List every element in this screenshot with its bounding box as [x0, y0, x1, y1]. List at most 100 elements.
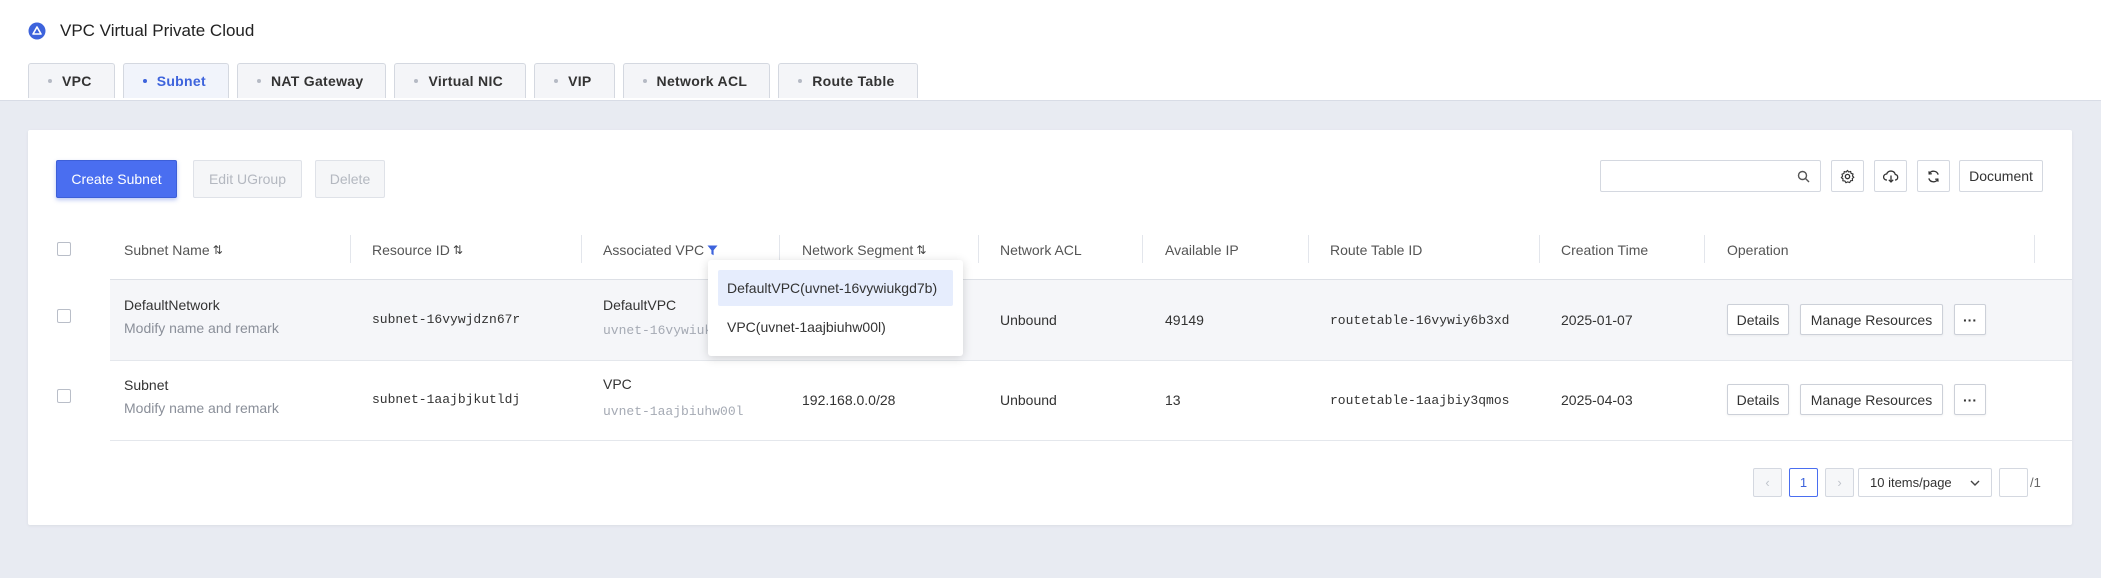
- delete-button[interactable]: Delete: [315, 160, 385, 198]
- column-header-associated-vpc[interactable]: Associated VPC: [603, 220, 718, 280]
- refresh-button[interactable]: [1917, 160, 1950, 192]
- tab-dot: [48, 79, 52, 83]
- tab-dot: [256, 79, 261, 83]
- modify-name-remark-link[interactable]: Modify name and remark: [124, 320, 279, 336]
- column-label: Available IP: [1165, 242, 1239, 258]
- available-ip: 13: [1165, 392, 1181, 408]
- tab-bar: VPC Subnet NAT Gateway Virtual NIC VIP N…: [28, 63, 926, 98]
- edit-ugroup-button[interactable]: Edit UGroup: [193, 160, 302, 198]
- cloud-download-icon: [1882, 169, 1898, 183]
- page-number[interactable]: 1: [1789, 468, 1818, 497]
- modify-name-remark-link[interactable]: Modify name and remark: [124, 400, 279, 416]
- download-button[interactable]: [1874, 160, 1907, 192]
- page-size-select[interactable]: 10 items/page: [1858, 468, 1992, 497]
- column-header-operation: Operation: [1727, 220, 1788, 280]
- vpc-name-link[interactable]: DefaultVPC: [603, 297, 676, 313]
- column-divider: [1308, 235, 1309, 263]
- table-header: Subnet Name ⇅ Resource ID ⇅ Associated VPC…: [28, 220, 2072, 280]
- details-button[interactable]: Details: [1727, 384, 1789, 415]
- column-label: Network Segment: [802, 242, 914, 258]
- column-divider: [350, 235, 351, 263]
- create-subnet-button[interactable]: Create Subnet: [56, 160, 177, 198]
- column-header-resource-id[interactable]: Resource ID ⇅: [372, 220, 463, 280]
- creation-time: 2025-01-07: [1561, 312, 1633, 328]
- tab-network-acl[interactable]: Network ACL: [622, 63, 771, 98]
- column-header-network-acl: Network ACL: [1000, 220, 1082, 280]
- tab-nat-gateway[interactable]: NAT Gateway: [236, 63, 387, 98]
- column-divider: [1142, 235, 1143, 263]
- route-table-id: routetable-16vywiy6b3xd: [1330, 313, 1510, 328]
- tab-label: VPC: [62, 73, 92, 89]
- resource-id: subnet-1aajbjkutldj: [372, 392, 521, 407]
- network-acl-status: Unbound: [1000, 312, 1057, 328]
- more-actions-button[interactable]: ···: [1954, 304, 1986, 335]
- column-header-route-table-id: Route Table ID: [1330, 220, 1422, 280]
- chevron-down-icon: [1970, 480, 1980, 486]
- search-icon[interactable]: [1797, 170, 1810, 183]
- tab-vpc[interactable]: VPC: [28, 63, 115, 98]
- vpc-id: uvnet-1aajbiuhw00l: [603, 404, 744, 419]
- page-jump-input[interactable]: [1999, 468, 2028, 497]
- table-row[interactable]: Subnet Modify name and remark subnet-1aa…: [110, 360, 2072, 441]
- tab-label: Virtual NIC: [428, 73, 504, 89]
- tab-label: NAT Gateway: [270, 73, 364, 89]
- tab-subnet[interactable]: Subnet: [122, 63, 229, 98]
- subnet-list-card: Create Subnet Edit UGroup Delete Documen…: [28, 130, 2072, 525]
- vpc-name-link[interactable]: VPC: [603, 376, 632, 392]
- tab-label: Subnet: [156, 73, 206, 89]
- column-label: Route Table ID: [1330, 242, 1423, 258]
- column-divider: [978, 235, 979, 263]
- prev-page-button[interactable]: ‹: [1753, 468, 1782, 497]
- gear-icon: [1840, 169, 1855, 183]
- search-box[interactable]: [1600, 160, 1821, 192]
- column-divider: [1704, 235, 1705, 263]
- tab-dot: [414, 79, 419, 83]
- column-label: Resource ID: [372, 242, 450, 258]
- sort-icon[interactable]: ⇅: [453, 243, 463, 257]
- more-actions-button[interactable]: ···: [1954, 384, 1986, 415]
- tab-label: VIP: [568, 73, 592, 89]
- top-bar: VPC Virtual Private Cloud VPC Subnet NAT…: [0, 0, 2101, 101]
- select-all-checkbox[interactable]: [57, 242, 71, 256]
- row-checkbox[interactable]: [57, 309, 71, 323]
- tab-route-table[interactable]: Route Table: [778, 63, 918, 98]
- tab-dot: [642, 79, 647, 83]
- column-label: Operation: [1727, 242, 1789, 258]
- vpc-filter-option[interactable]: VPC(uvnet-1aajbiuhw00l): [718, 309, 953, 345]
- page-title: VPC Virtual Private Cloud: [60, 21, 255, 40]
- manage-resources-button[interactable]: Manage Resources: [1800, 384, 1943, 415]
- subnet-name-link[interactable]: DefaultNetwork: [124, 297, 220, 313]
- page-size-value: 10 items/page: [1870, 475, 1952, 490]
- column-label: Associated VPC: [603, 242, 705, 258]
- table-row[interactable]: DefaultNetwork Modify name and remark su…: [110, 280, 2072, 361]
- network-segment: 192.168.0.0/28: [802, 392, 896, 408]
- sort-icon[interactable]: ⇅: [916, 243, 926, 257]
- tab-dot: [798, 79, 803, 83]
- brand: VPC Virtual Private Cloud: [28, 21, 254, 41]
- column-divider: [779, 235, 780, 263]
- column-header-subnet-name[interactable]: Subnet Name ⇅: [124, 220, 223, 280]
- creation-time: 2025-04-03: [1561, 392, 1633, 408]
- column-label: Network ACL: [1000, 242, 1082, 258]
- manage-resources-button[interactable]: Manage Resources: [1800, 304, 1943, 335]
- vpc-filter-dropdown: DefaultVPC(uvnet-16vywiukgd7b) VPC(uvnet…: [708, 260, 963, 356]
- column-header-available-ip: Available IP: [1165, 220, 1239, 280]
- resource-id: subnet-16vywjdzn67r: [372, 312, 521, 327]
- vpc-filter-option[interactable]: DefaultVPC(uvnet-16vywiukgd7b): [718, 270, 953, 306]
- settings-button[interactable]: [1831, 160, 1864, 192]
- filter-icon[interactable]: [707, 245, 718, 256]
- tab-vip[interactable]: VIP: [534, 63, 615, 98]
- column-label: Creation Time: [1561, 242, 1649, 258]
- subnet-name-link[interactable]: Subnet: [124, 377, 168, 393]
- sort-icon[interactable]: ⇅: [213, 243, 223, 257]
- details-button[interactable]: Details: [1727, 304, 1789, 335]
- next-page-button[interactable]: ›: [1825, 468, 1854, 497]
- row-checkbox[interactable]: [57, 389, 71, 403]
- network-acl-status: Unbound: [1000, 392, 1057, 408]
- route-table-id: routetable-1aajbiy3qmos: [1330, 393, 1510, 408]
- tab-label: Network ACL: [656, 73, 748, 89]
- document-button[interactable]: Document: [1959, 160, 2043, 192]
- search-input[interactable]: [1609, 161, 1793, 191]
- tab-virtual-nic[interactable]: Virtual NIC: [394, 63, 527, 98]
- refresh-icon: [1928, 170, 1939, 182]
